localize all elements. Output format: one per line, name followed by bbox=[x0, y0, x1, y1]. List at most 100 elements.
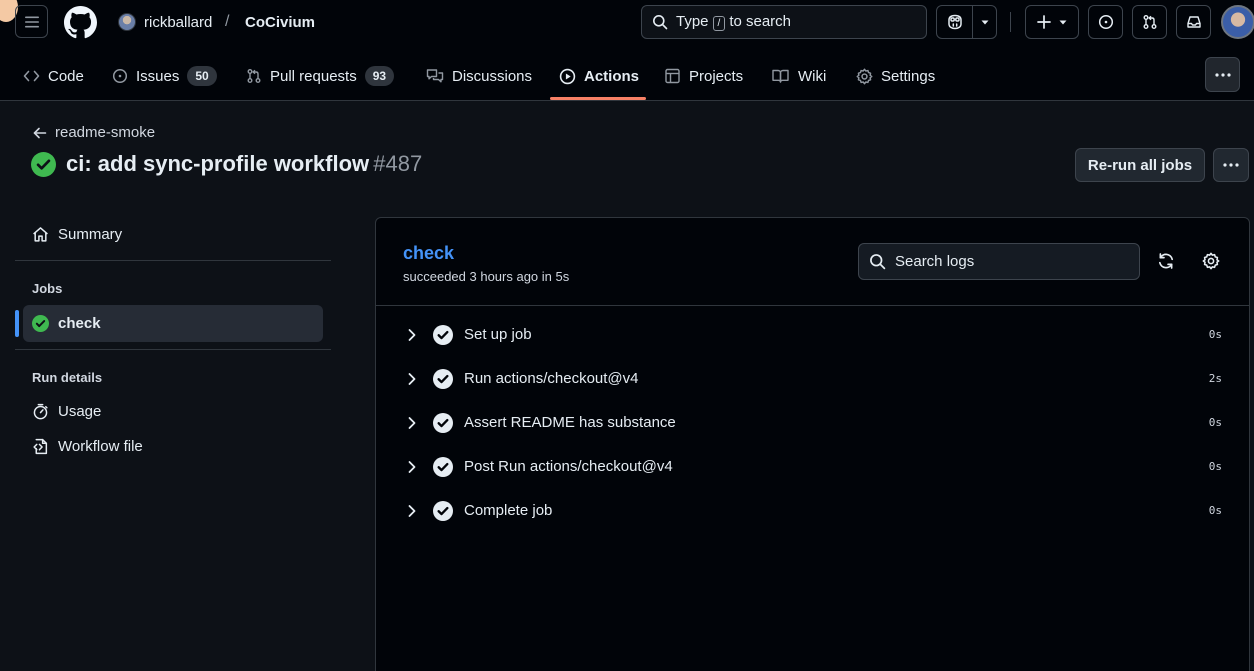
gear-icon bbox=[856, 68, 873, 84]
log-settings-gear-icon[interactable] bbox=[1202, 252, 1220, 270]
chevron-right-icon bbox=[408, 505, 416, 517]
chevron-right-icon bbox=[408, 461, 416, 473]
copilot-button[interactable] bbox=[937, 6, 973, 38]
step-name: Post Run actions/checkout@v4 bbox=[464, 458, 673, 475]
inbox-button[interactable] bbox=[1176, 5, 1211, 39]
step-row[interactable]: Assert README has substance 0s bbox=[376, 402, 1249, 446]
check-circle-fill-icon bbox=[433, 413, 453, 433]
issue-opened-icon bbox=[1098, 14, 1113, 30]
home-icon bbox=[33, 227, 48, 242]
header-divider bbox=[1010, 12, 1011, 32]
pull-requests-count-badge: 93 bbox=[364, 66, 395, 86]
step-row[interactable]: Set up job 0s bbox=[376, 314, 1249, 358]
refresh-icon[interactable] bbox=[1157, 252, 1175, 270]
job-name-link[interactable]: check bbox=[403, 243, 454, 264]
tab-wiki-label: Wiki bbox=[798, 67, 827, 85]
step-row[interactable]: Run actions/checkout@v4 2s bbox=[376, 358, 1249, 402]
code-icon bbox=[23, 70, 40, 82]
search-icon bbox=[870, 254, 886, 270]
tab-code-label: Code bbox=[48, 67, 84, 85]
hamburger-icon bbox=[24, 16, 39, 27]
sidebar-item-usage[interactable]: Usage bbox=[32, 403, 101, 420]
tab-discussions-label: Discussions bbox=[452, 67, 533, 85]
arrow-left-icon bbox=[33, 127, 47, 138]
step-row[interactable]: Post Run actions/checkout@v4 0s bbox=[376, 446, 1249, 490]
issues-button[interactable] bbox=[1088, 5, 1123, 39]
stopwatch-icon bbox=[33, 403, 48, 420]
jobs-heading: Jobs bbox=[32, 281, 63, 296]
search-prefix: Type bbox=[676, 13, 709, 30]
tab-discussions[interactable]: Discussions bbox=[426, 52, 532, 100]
step-duration: 0s bbox=[1208, 328, 1222, 341]
tab-code[interactable]: Code bbox=[23, 52, 84, 100]
tab-projects-label: Projects bbox=[689, 67, 744, 85]
breadcrumb-separator: / bbox=[225, 13, 230, 30]
repo-navigation: Code Issues 50 Pull requests 93 Discussi… bbox=[0, 52, 1254, 100]
back-to-workflow-link[interactable]: readme-smoke bbox=[33, 124, 155, 141]
chevron-right-icon bbox=[408, 417, 416, 429]
tab-pull-requests-label: Pull requests bbox=[270, 67, 357, 85]
back-link-label: readme-smoke bbox=[55, 124, 156, 141]
run-more-options-button[interactable] bbox=[1213, 148, 1249, 182]
step-row[interactable]: Complete job 0s bbox=[376, 490, 1249, 534]
tab-wiki[interactable]: Wiki bbox=[771, 52, 826, 100]
issues-count-badge: 50 bbox=[187, 66, 217, 86]
sidebar-item-summary[interactable]: Summary bbox=[32, 226, 122, 243]
issue-opened-icon bbox=[112, 68, 128, 84]
search-shortcut-key: / bbox=[712, 16, 726, 31]
git-pull-request-icon bbox=[247, 69, 261, 83]
kebab-horizontal-icon bbox=[1223, 163, 1239, 167]
kebab-horizontal-icon bbox=[1214, 72, 1231, 77]
run-title-text: ci: add sync-profile workflow bbox=[66, 151, 370, 176]
tab-settings[interactable]: Settings bbox=[856, 52, 935, 100]
check-circle-fill-icon bbox=[433, 369, 453, 389]
repo-more-options-button[interactable] bbox=[1205, 57, 1240, 92]
repo-link[interactable]: CoCivium bbox=[245, 14, 315, 31]
sidebar-job-check[interactable]: check bbox=[23, 305, 323, 342]
sidebar-job-label: check bbox=[58, 315, 101, 332]
tab-issues-label: Issues bbox=[136, 67, 180, 85]
copilot-button-group bbox=[936, 5, 997, 39]
search-logs-input[interactable]: Search logs bbox=[858, 243, 1140, 280]
page-title: ci: add sync-profile workflow #487 bbox=[31, 151, 422, 177]
create-new-button[interactable] bbox=[1025, 5, 1079, 39]
caret-down-icon bbox=[981, 20, 988, 25]
github-logo-icon[interactable] bbox=[64, 6, 97, 39]
sidebar-item-label: Usage bbox=[58, 403, 102, 420]
book-icon bbox=[772, 69, 789, 83]
chevron-right-icon bbox=[408, 373, 416, 385]
rerun-all-jobs-button[interactable]: Re-run all jobs bbox=[1075, 148, 1205, 182]
menu-button[interactable] bbox=[15, 5, 48, 38]
global-header: rickballard / CoCivium Type/to search bbox=[0, 0, 1254, 101]
tab-issues[interactable]: Issues 50 bbox=[112, 52, 217, 100]
tab-projects[interactable]: Projects bbox=[664, 52, 743, 100]
step-duration: 0s bbox=[1208, 504, 1222, 517]
inbox-icon bbox=[1186, 16, 1201, 28]
check-circle-fill-icon bbox=[31, 151, 56, 177]
search-suffix: to search bbox=[729, 13, 792, 30]
copilot-dropdown-button[interactable] bbox=[973, 6, 996, 38]
step-duration: 2s bbox=[1208, 372, 1222, 385]
comment-discussion-icon bbox=[426, 69, 444, 83]
copilot-icon bbox=[947, 14, 962, 30]
step-name: Set up job bbox=[464, 326, 532, 343]
job-log-panel: check succeeded 3 hours ago in 5s Search… bbox=[375, 217, 1250, 671]
step-name: Run actions/checkout@v4 bbox=[464, 370, 639, 387]
sidebar-item-label: Workflow file bbox=[58, 438, 143, 455]
play-icon bbox=[559, 68, 576, 84]
tab-pull-requests[interactable]: Pull requests 93 bbox=[246, 52, 395, 100]
job-log-header: check succeeded 3 hours ago in 5s Search… bbox=[376, 218, 1249, 306]
user-avatar[interactable] bbox=[1221, 5, 1254, 39]
sidebar-item-workflow-file[interactable]: Workflow file bbox=[32, 438, 143, 455]
pull-requests-button[interactable] bbox=[1132, 5, 1167, 39]
owner-link[interactable]: rickballard bbox=[144, 14, 212, 31]
check-circle-fill-icon bbox=[433, 457, 453, 477]
search-logs-placeholder: Search logs bbox=[895, 253, 975, 270]
tab-actions[interactable]: Actions bbox=[559, 52, 639, 100]
step-name: Complete job bbox=[464, 502, 553, 519]
step-name: Assert README has substance bbox=[464, 414, 676, 431]
job-status-meta: succeeded 3 hours ago in 5s bbox=[403, 269, 570, 284]
owner-avatar[interactable] bbox=[118, 13, 136, 31]
global-search-input[interactable]: Type / to search bbox=[641, 5, 927, 39]
sidebar-divider bbox=[15, 349, 331, 350]
